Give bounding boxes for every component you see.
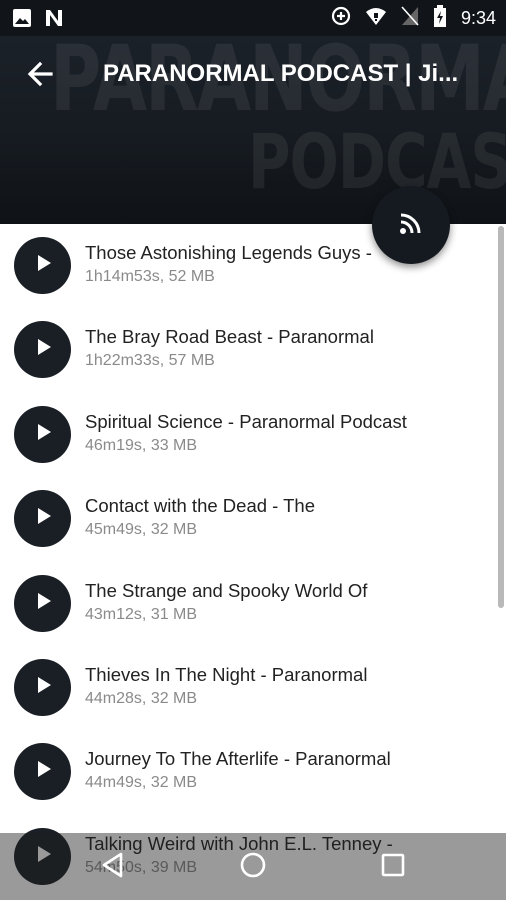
battery-charging-icon (433, 4, 447, 32)
episode-meta: 1h22m33s, 57 MB (85, 352, 215, 370)
n-notification-icon (44, 8, 64, 33)
play-icon (32, 590, 54, 617)
status-bar: 9:34 (0, 0, 506, 36)
episode-title: The Bray Road Beast - Paranormal (85, 326, 374, 348)
recents-square-icon (379, 851, 407, 884)
episode-row[interactable]: Spiritual Science - Paranormal Podcast 4… (0, 393, 506, 477)
play-button[interactable] (14, 237, 71, 294)
status-left-icons (12, 8, 64, 33)
episode-row[interactable]: The Strange and Spooky World Of 43m12s, … (0, 562, 506, 646)
episode-row[interactable]: The Bray Road Beast - Paranormal 1h22m33… (0, 308, 506, 392)
arrow-left-icon (22, 61, 58, 96)
episode-meta: 45m49s, 32 MB (85, 521, 198, 539)
header-artwork-text-2: PODCAST (248, 117, 506, 207)
rss-feed-icon (397, 209, 425, 242)
play-button[interactable] (14, 490, 71, 548)
list-scrollbar[interactable] (498, 226, 504, 608)
episode-row[interactable]: Contact with the Dead - The 45m49s, 32 M… (0, 477, 506, 561)
episode-title: Spiritual Science - Paranormal Podcast (85, 410, 407, 432)
episode-title: Journey To The Afterlife - Paranormal (85, 748, 391, 770)
data-saver-icon (331, 6, 351, 31)
home-circle-icon (239, 851, 267, 884)
wifi-icon (365, 6, 387, 31)
play-icon (32, 758, 54, 785)
play-button[interactable] (14, 574, 71, 632)
episode-meta: 1h14m53s, 52 MB (85, 268, 215, 285)
episode-meta: 43m12s, 31 MB (85, 605, 198, 623)
play-icon (32, 336, 54, 363)
page-title: PARANORMAL PODCAST | Ji... (103, 60, 459, 87)
episode-row[interactable]: Thieves In The Night - Paranormal 44m28s… (0, 646, 506, 730)
episode-title: Thieves In The Night - Paranormal (85, 663, 368, 685)
nav-recents-button[interactable] (371, 845, 415, 889)
episode-list: Those Astonishing Legends Guys - 1h14m53… (0, 224, 506, 899)
episode-row[interactable]: Journey To The Afterlife - Paranormal 44… (0, 730, 506, 814)
nav-home-button[interactable] (231, 845, 275, 889)
episode-title: The Strange and Spooky World Of (85, 579, 368, 601)
episode-meta: 46m19s, 33 MB (85, 436, 198, 454)
play-icon (32, 252, 54, 279)
image-icon (12, 8, 32, 33)
status-right-icons: 9:34 (331, 0, 496, 36)
play-button[interactable] (14, 743, 71, 801)
play-icon (32, 421, 54, 448)
play-icon (32, 674, 54, 701)
play-button[interactable] (14, 405, 71, 463)
episode-meta: 44m28s, 32 MB (85, 689, 198, 707)
status-time: 9:34 (460, 7, 496, 28)
back-button[interactable] (22, 56, 58, 92)
play-button[interactable] (14, 658, 71, 716)
episode-meta: 44m49s, 32 MB (85, 774, 198, 792)
play-button[interactable] (14, 321, 71, 379)
episode-title: Contact with the Dead - The (85, 495, 316, 517)
subscribe-feed-button[interactable] (372, 186, 450, 264)
back-triangle-icon (99, 851, 127, 884)
play-icon (32, 505, 54, 532)
nav-back-button[interactable] (91, 845, 135, 889)
system-nav-bar (0, 833, 506, 900)
no-sim-icon (401, 5, 419, 31)
